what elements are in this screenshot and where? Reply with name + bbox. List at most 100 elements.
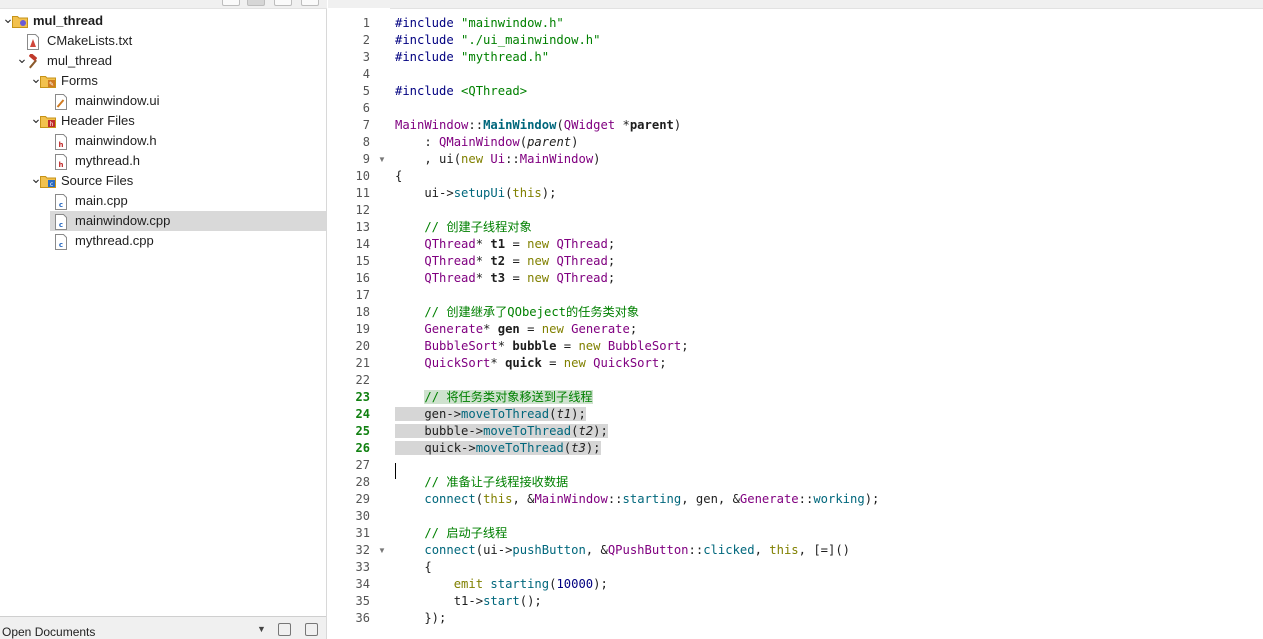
- code-token: QThread: [556, 254, 608, 268]
- sync-button[interactable]: [247, 0, 265, 6]
- code-token: );: [541, 186, 557, 200]
- chevron-down-icon[interactable]: ▼: [257, 624, 266, 634]
- tree-item[interactable]: ⌄ mul_thread: [0, 51, 326, 71]
- line-number: 6: [362, 101, 370, 115]
- line-number: 23: [355, 390, 370, 404]
- code-line[interactable]: QThread* t1 = new QThread;: [395, 236, 1263, 253]
- code-token: MainWindow: [519, 152, 594, 166]
- code-token: *: [497, 339, 513, 353]
- code-line[interactable]: Generate* gen = new Generate;: [395, 321, 1263, 338]
- code-line[interactable]: [395, 100, 1263, 117]
- code-token: =: [541, 356, 564, 370]
- tree-item[interactable]: ⌄ mul_thread: [0, 11, 326, 31]
- code-token: starting: [622, 492, 682, 506]
- code-token: );: [585, 441, 601, 455]
- code-line[interactable]: quick->moveToThread(t3);: [395, 440, 1263, 457]
- tree-item[interactable]: c main.cpp: [0, 191, 326, 211]
- line-number: 24: [355, 407, 370, 421]
- code-line[interactable]: [395, 457, 1263, 474]
- code-line[interactable]: #include "mainwindow.h": [395, 15, 1263, 32]
- cpp-file-icon: c: [54, 234, 68, 250]
- add-split-icon[interactable]: [278, 623, 291, 636]
- code-line[interactable]: QThread* t2 = new QThread;: [395, 253, 1263, 270]
- collapse-icon[interactable]: [305, 623, 318, 636]
- header-folder-icon: h: [40, 114, 56, 128]
- code-line[interactable]: : QMainWindow(parent): [395, 134, 1263, 151]
- code-line[interactable]: // 创建子线程对象: [395, 219, 1263, 236]
- close-panel-button[interactable]: [301, 0, 319, 6]
- code-token: t2: [490, 254, 506, 268]
- code-line[interactable]: // 准备让子线程接收数据: [395, 474, 1263, 491]
- code-token: new: [461, 152, 484, 166]
- code-line[interactable]: [395, 66, 1263, 83]
- code-token: ::: [688, 543, 704, 557]
- project-tree: ⌄ mul_thread CMakeLists.txt ⌄ mul_thread ⌄ ✎ Fo…: [0, 11, 326, 251]
- tree-item[interactable]: CMakeLists.txt: [0, 31, 326, 51]
- code-token: bubble: [512, 339, 557, 353]
- tree-item[interactable]: c mainwindow.cpp: [50, 211, 326, 231]
- code-token: *: [475, 271, 491, 285]
- code-token: Generate: [571, 322, 630, 336]
- fold-marker-icon[interactable]: ▼: [378, 151, 386, 168]
- code-token: QPushButton: [607, 543, 689, 557]
- tree-item[interactable]: c mythread.cpp: [0, 231, 326, 251]
- tree-item[interactable]: ⌄ c Source Files: [0, 171, 326, 191]
- code-line[interactable]: connect(this, &MainWindow::starting, gen…: [395, 491, 1263, 508]
- code-line[interactable]: #include <QThread>: [395, 83, 1263, 100]
- tree-item[interactable]: ⌄ ✎ Forms: [0, 71, 326, 91]
- code-line[interactable]: connect(ui->pushButton, &QPushButton::cl…: [395, 542, 1263, 559]
- code-line[interactable]: [395, 287, 1263, 304]
- code-line[interactable]: #include "mythread.h": [395, 49, 1263, 66]
- code-line[interactable]: });: [395, 610, 1263, 627]
- code-line[interactable]: // 将任务类对象移送到子线程: [395, 389, 1263, 406]
- line-number: 25: [355, 424, 370, 438]
- code-line[interactable]: {: [395, 168, 1263, 185]
- code-token: , ui(: [395, 152, 462, 166]
- code-token: moveToThread: [475, 441, 564, 455]
- code-token: QThread: [556, 271, 608, 285]
- code-line[interactable]: ui->setupUi(this);: [395, 185, 1263, 202]
- code-token: {: [395, 169, 403, 183]
- code-line[interactable]: [395, 372, 1263, 389]
- filter-button[interactable]: [222, 0, 240, 6]
- code-token: connect: [424, 492, 476, 506]
- tree-item[interactable]: h mainwindow.h: [0, 131, 326, 151]
- code-line[interactable]: gen->moveToThread(t1);: [395, 406, 1263, 423]
- code-token: BubbleSort: [607, 339, 682, 353]
- code-line[interactable]: // 启动子线程: [395, 525, 1263, 542]
- open-documents-label[interactable]: Open Documents: [2, 625, 95, 639]
- code-token: this: [512, 186, 542, 200]
- code-line[interactable]: QThread* t3 = new QThread;: [395, 270, 1263, 287]
- code-token: gen->: [395, 407, 462, 421]
- code-token: ;: [681, 339, 689, 353]
- code-line[interactable]: t1->start();: [395, 593, 1263, 610]
- tree-item[interactable]: h mythread.h: [0, 151, 326, 171]
- code-line[interactable]: [395, 508, 1263, 525]
- code-token: QuickSort: [424, 356, 491, 370]
- code-editor[interactable]: #include "mainwindow.h" #include "./ui_ma…: [395, 15, 1263, 627]
- code-line[interactable]: // 创建继承了QObeject的任务类对象: [395, 304, 1263, 321]
- code-token: setupUi: [453, 186, 506, 200]
- code-line[interactable]: BubbleSort* bubble = new BubbleSort;: [395, 338, 1263, 355]
- tree-item-label: mainwindow.cpp: [75, 213, 171, 228]
- code-line[interactable]: emit starting(10000);: [395, 576, 1263, 593]
- code-line[interactable]: #include "./ui_mainwindow.h": [395, 32, 1263, 49]
- tree-item[interactable]: mainwindow.ui: [0, 91, 326, 111]
- code-line[interactable]: [395, 202, 1263, 219]
- split-button[interactable]: [274, 0, 292, 6]
- code-line[interactable]: , ui(new Ui::MainWindow): [395, 151, 1263, 168]
- code-line[interactable]: QuickSort* quick = new QuickSort;: [395, 355, 1263, 372]
- code-token: // 准备让子线程接收数据: [395, 475, 569, 489]
- tree-item[interactable]: ⌄ h Header Files: [0, 111, 326, 131]
- code-line[interactable]: {: [395, 559, 1263, 576]
- line-number: 29: [355, 492, 370, 506]
- code-token: Generate: [739, 492, 799, 506]
- fold-marker-icon[interactable]: ▼: [378, 542, 386, 559]
- svg-text:h: h: [59, 161, 64, 169]
- code-line[interactable]: bubble->moveToThread(t2);: [395, 423, 1263, 440]
- code-line[interactable]: MainWindow::MainWindow(QWidget *parent): [395, 117, 1263, 134]
